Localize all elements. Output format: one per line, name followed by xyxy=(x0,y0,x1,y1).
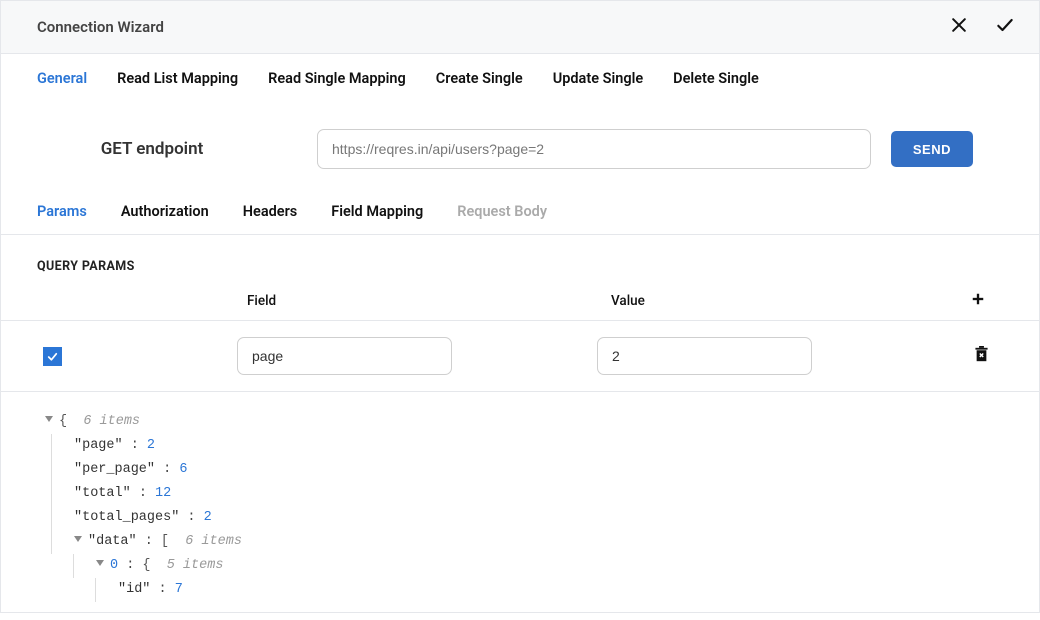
query-params-header: Field Value xyxy=(1,292,1039,321)
subtab-headers[interactable]: Headers xyxy=(243,203,298,220)
tab-delete-single[interactable]: Delete Single xyxy=(673,70,759,101)
tabs: General Read List Mapping Read Single Ma… xyxy=(1,54,1039,101)
qp-col-field: Field xyxy=(237,293,597,309)
tab-create-single[interactable]: Create Single xyxy=(436,70,523,101)
qp-col-value: Value xyxy=(597,293,907,309)
endpoint-label: GET endpoint xyxy=(37,139,297,159)
delete-row-icon[interactable] xyxy=(974,351,989,367)
param-field-input[interactable] xyxy=(237,337,452,375)
tab-read-list-mapping[interactable]: Read List Mapping xyxy=(117,70,238,101)
confirm-icon[interactable] xyxy=(995,15,1015,39)
subtabs: Params Authorization Headers Field Mappi… xyxy=(1,191,1039,235)
caret-icon[interactable] xyxy=(74,536,82,542)
subtab-request-body: Request Body xyxy=(457,203,547,220)
wizard-title: Connection Wizard xyxy=(37,18,164,36)
caret-icon[interactable] xyxy=(96,560,104,566)
caret-icon[interactable] xyxy=(45,416,53,422)
table-row xyxy=(1,321,1039,392)
response-json: { 6 items "page" : 2 "per_page" : 6 "tot… xyxy=(1,392,1039,612)
send-button[interactable]: SEND xyxy=(891,131,973,167)
subtab-params[interactable]: Params xyxy=(37,203,87,220)
subtab-field-mapping[interactable]: Field Mapping xyxy=(331,203,423,220)
tab-update-single[interactable]: Update Single xyxy=(553,70,643,101)
endpoint-row: GET endpoint SEND xyxy=(1,101,1039,191)
close-icon[interactable] xyxy=(949,15,969,39)
tab-general[interactable]: General xyxy=(37,70,87,101)
query-params-title: QUERY PARAMS xyxy=(1,235,1039,292)
endpoint-input[interactable] xyxy=(317,129,871,169)
row-checkbox[interactable] xyxy=(43,347,62,366)
param-value-input[interactable] xyxy=(597,337,812,375)
add-row-icon[interactable] xyxy=(971,294,985,310)
tab-read-single-mapping[interactable]: Read Single Mapping xyxy=(268,70,406,101)
header-actions xyxy=(949,15,1015,39)
wizard-header: Connection Wizard xyxy=(0,0,1040,54)
subtab-authorization[interactable]: Authorization xyxy=(121,203,209,220)
